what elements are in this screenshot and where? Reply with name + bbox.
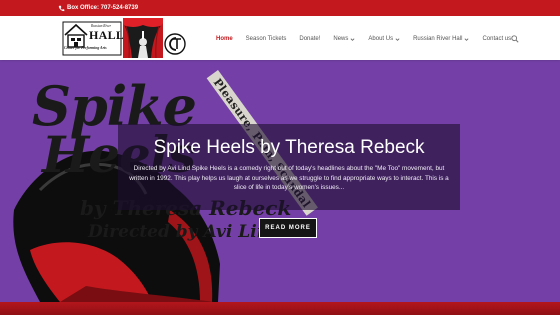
chevron-down-icon: [464, 37, 469, 41]
main-nav: Home Season Tickets Donate! News About U…: [216, 34, 524, 44]
top-bar: Box Office: 707-524-8739: [0, 0, 560, 16]
nav-item-season-tickets[interactable]: Season Tickets: [246, 36, 287, 42]
hero-slider: Spike Heels by Theresa Rebeck Directed b…: [0, 60, 560, 302]
chevron-down-icon: [350, 37, 355, 41]
poster-director-line: Directed by Avi Lind: [88, 222, 281, 242]
nav-item-russian-river-hall[interactable]: Russian River Hall: [413, 36, 469, 42]
nav-item-donate[interactable]: Donate!: [299, 36, 320, 42]
nav-item-about-us[interactable]: About Us: [368, 36, 400, 42]
box-office-phone[interactable]: Box Office: 707-524-8739: [58, 3, 138, 13]
nav-item-news[interactable]: News: [333, 36, 355, 42]
theater-curtain-logo: [123, 18, 163, 58]
next-section-strip: [0, 302, 560, 315]
hero-description: Directed by Avi Lind Spike Heels is a co…: [129, 165, 449, 192]
hero-title[interactable]: Spike Heels by Theresa Rebeck: [118, 137, 460, 159]
logo-tagline: Center for Performing Arts: [64, 46, 107, 50]
box-office-phone-text: Box Office: 707-524-8739: [67, 5, 139, 11]
chevron-down-icon: [395, 37, 400, 41]
site-header: Russian River HALL Center for Performing…: [0, 16, 560, 60]
read-more-button[interactable]: READ MORE: [259, 218, 317, 238]
nav-item-home[interactable]: Home: [216, 36, 233, 42]
nav-item-contact-us[interactable]: Contact us: [482, 36, 511, 42]
ct-monogram-logo: [164, 33, 186, 55]
phone-icon: [58, 5, 65, 11]
logo-name-main: HALL: [89, 28, 125, 42]
search-icon[interactable]: [511, 35, 519, 43]
